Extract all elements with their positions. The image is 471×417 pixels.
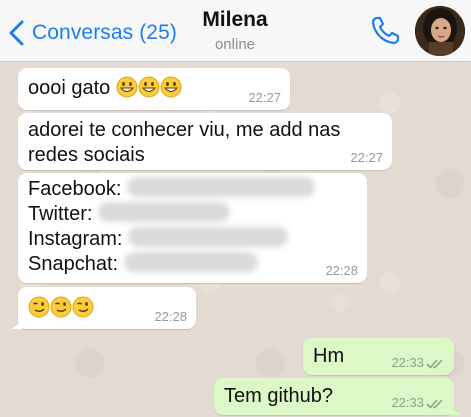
read-ticks-icon <box>426 359 443 369</box>
phone-icon[interactable] <box>368 14 402 48</box>
avatar[interactable] <box>415 6 465 56</box>
message-text: oooi gato <box>28 77 111 99</box>
redacted-value <box>123 252 258 272</box>
chevron-left-icon <box>9 20 24 46</box>
message-bubble-incoming[interactable]: oooi gato 22:27 <box>18 68 290 110</box>
bubble-tail <box>449 403 461 415</box>
message-time: 22:28 <box>154 309 187 324</box>
social-line-snapchat: Snapchat: <box>28 252 357 277</box>
message-bubble-incoming[interactable]: adorei te conhecer viu, me add nas redes… <box>18 113 392 170</box>
winking-face-icon <box>72 296 94 325</box>
redacted-value <box>128 227 289 247</box>
social-label: Twitter: <box>28 203 93 225</box>
grinning-face-icon <box>160 76 182 105</box>
bubble-tail <box>11 317 23 329</box>
message-text: Hm <box>313 345 345 367</box>
contact-info[interactable]: Milena online <box>180 8 290 53</box>
back-label: Conversas (25) <box>32 21 177 44</box>
grinning-face-icon <box>116 76 138 105</box>
winking-face-icon <box>50 296 72 325</box>
message-time: 22:33 <box>391 355 424 370</box>
back-button[interactable]: Conversas (25) <box>8 18 177 48</box>
message-text-line: redes sociais <box>28 144 145 166</box>
message-bubble-incoming[interactable]: Facebook: Twitter: Instagram: Snapchat: … <box>18 173 367 283</box>
message-time: 22:27 <box>248 90 281 105</box>
message-text-line: adorei te conhecer viu, me add nas <box>28 119 341 141</box>
social-label: Instagram: <box>28 228 123 250</box>
social-line-twitter: Twitter: <box>28 202 357 227</box>
contact-name: Milena <box>202 8 268 31</box>
read-ticks-icon <box>426 399 443 409</box>
winking-face-icon <box>28 296 50 325</box>
message-time: 22:27 <box>350 150 383 165</box>
message-text: Tem github? <box>224 385 333 407</box>
message-time: 22:28 <box>325 263 358 278</box>
chat-header: Conversas (25) Milena online <box>0 0 471 62</box>
contact-status: online <box>214 36 256 53</box>
social-line-facebook: Facebook: <box>28 177 357 202</box>
social-label: Facebook: <box>28 178 122 200</box>
redacted-value <box>126 177 315 197</box>
grinning-face-icon <box>138 76 160 105</box>
message-bubble-outgoing[interactable]: Tem github? 22:33 <box>214 378 461 415</box>
social-line-instagram: Instagram: <box>28 227 357 252</box>
redacted-value <box>98 202 231 222</box>
social-label: Snapchat: <box>28 253 119 275</box>
message-bubble-incoming[interactable]: 22:28 <box>11 287 196 329</box>
message-bubble-outgoing[interactable]: Hm 22:33 <box>303 338 454 375</box>
message-time: 22:33 <box>391 395 424 410</box>
